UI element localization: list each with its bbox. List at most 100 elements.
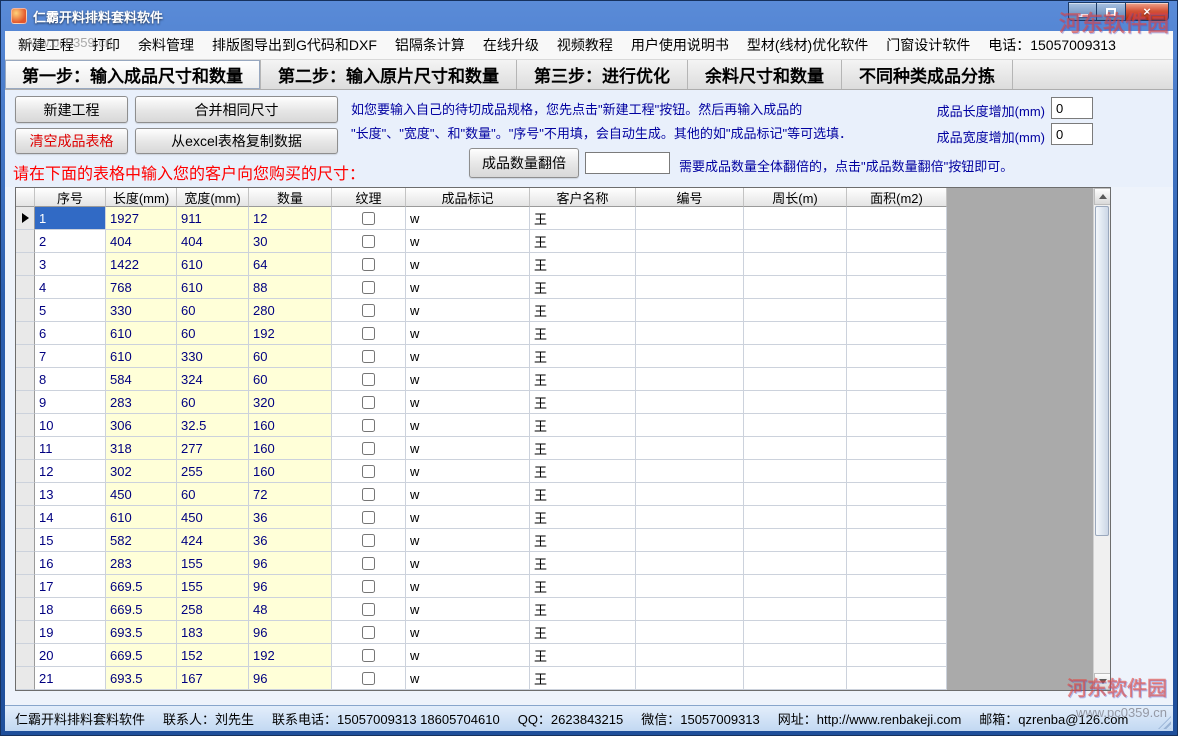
cell-length[interactable]: 582 [106, 529, 177, 552]
cell-texture[interactable] [332, 391, 406, 414]
cell-seq[interactable]: 1 [35, 207, 106, 230]
cell-qty[interactable]: 36 [249, 529, 332, 552]
cell-length[interactable]: 318 [106, 437, 177, 460]
cell-width[interactable]: 60 [177, 483, 249, 506]
length-increase-input[interactable] [1051, 97, 1093, 119]
cell-mark[interactable]: w [406, 276, 530, 299]
cell-customer[interactable]: 王 [530, 667, 636, 690]
cell-width[interactable]: 610 [177, 276, 249, 299]
cell-qty[interactable]: 30 [249, 230, 332, 253]
cell-seq[interactable]: 21 [35, 667, 106, 690]
cell-code[interactable] [636, 598, 744, 621]
cell-area[interactable] [847, 667, 947, 690]
cell-code[interactable] [636, 437, 744, 460]
cell-customer[interactable]: 王 [530, 322, 636, 345]
cell-perimeter[interactable] [744, 598, 847, 621]
cell-customer[interactable]: 王 [530, 644, 636, 667]
cell-seq[interactable]: 5 [35, 299, 106, 322]
cell-customer[interactable]: 王 [530, 460, 636, 483]
cell-mark[interactable]: w [406, 253, 530, 276]
texture-checkbox[interactable] [362, 534, 375, 547]
row-indicator[interactable] [16, 621, 35, 644]
menu-item-1[interactable]: 新建工程 [9, 31, 83, 59]
cell-perimeter[interactable] [744, 276, 847, 299]
tab-step-1[interactable]: 第一步：输入成品尺寸和数量 [5, 60, 261, 89]
cell-mark[interactable]: w [406, 460, 530, 483]
cell-customer[interactable]: 王 [530, 368, 636, 391]
cell-length[interactable]: 669.5 [106, 644, 177, 667]
close-button[interactable]: × [1126, 2, 1169, 21]
column-header-2[interactable]: 长度(mm) [106, 188, 177, 207]
merge-same-size-button[interactable]: 合并相同尺寸 [135, 96, 338, 123]
row-indicator[interactable] [16, 414, 35, 437]
cell-texture[interactable] [332, 345, 406, 368]
cell-area[interactable] [847, 483, 947, 506]
cell-width[interactable]: 258 [177, 598, 249, 621]
texture-checkbox[interactable] [362, 488, 375, 501]
cell-customer[interactable]: 王 [530, 276, 636, 299]
cell-qty[interactable]: 88 [249, 276, 332, 299]
cell-width[interactable]: 155 [177, 575, 249, 598]
texture-checkbox[interactable] [362, 235, 375, 248]
cell-code[interactable] [636, 345, 744, 368]
cell-perimeter[interactable] [744, 230, 847, 253]
cell-qty[interactable]: 280 [249, 299, 332, 322]
menu-item-5[interactable]: 铝隔条计算 [386, 31, 474, 59]
row-indicator[interactable] [16, 483, 35, 506]
cell-length[interactable]: 768 [106, 276, 177, 299]
menu-item-2[interactable]: 打印 [83, 31, 129, 59]
cell-perimeter[interactable] [744, 552, 847, 575]
texture-checkbox[interactable] [362, 350, 375, 363]
cell-area[interactable] [847, 437, 947, 460]
cell-code[interactable] [636, 667, 744, 690]
cell-customer[interactable]: 王 [530, 621, 636, 644]
cell-texture[interactable] [332, 230, 406, 253]
texture-checkbox[interactable] [362, 258, 375, 271]
cell-code[interactable] [636, 460, 744, 483]
cell-qty[interactable]: 192 [249, 322, 332, 345]
cell-customer[interactable]: 王 [530, 230, 636, 253]
row-indicator[interactable] [16, 299, 35, 322]
cell-width[interactable]: 255 [177, 460, 249, 483]
cell-length[interactable]: 330 [106, 299, 177, 322]
cell-texture[interactable] [332, 207, 406, 230]
cell-length[interactable]: 450 [106, 483, 177, 506]
cell-area[interactable] [847, 391, 947, 414]
cell-area[interactable] [847, 230, 947, 253]
cell-width[interactable]: 152 [177, 644, 249, 667]
cell-qty[interactable]: 96 [249, 552, 332, 575]
cell-seq[interactable]: 8 [35, 368, 106, 391]
cell-mark[interactable]: w [406, 299, 530, 322]
cell-area[interactable] [847, 506, 947, 529]
cell-seq[interactable]: 9 [35, 391, 106, 414]
cell-mark[interactable]: w [406, 667, 530, 690]
cell-perimeter[interactable] [744, 207, 847, 230]
width-increase-input[interactable] [1051, 123, 1093, 145]
cell-mark[interactable]: w [406, 529, 530, 552]
cell-length[interactable]: 302 [106, 460, 177, 483]
cell-code[interactable] [636, 529, 744, 552]
scrollbar-thumb[interactable] [1095, 206, 1109, 536]
cell-texture[interactable] [332, 552, 406, 575]
cell-code[interactable] [636, 276, 744, 299]
cell-mark[interactable]: w [406, 322, 530, 345]
menu-item-4[interactable]: 排版图导出到G代码和DXF [203, 31, 386, 59]
texture-checkbox[interactable] [362, 626, 375, 639]
row-indicator[interactable] [16, 644, 35, 667]
cell-perimeter[interactable] [744, 368, 847, 391]
cell-code[interactable] [636, 506, 744, 529]
cell-perimeter[interactable] [744, 575, 847, 598]
cell-code[interactable] [636, 299, 744, 322]
cell-seq[interactable]: 11 [35, 437, 106, 460]
row-indicator[interactable] [16, 345, 35, 368]
cell-texture[interactable] [332, 483, 406, 506]
row-indicator[interactable] [16, 368, 35, 391]
cell-seq[interactable]: 19 [35, 621, 106, 644]
row-indicator[interactable] [16, 460, 35, 483]
cell-qty[interactable]: 48 [249, 598, 332, 621]
cell-code[interactable] [636, 621, 744, 644]
cell-area[interactable] [847, 552, 947, 575]
cell-mark[interactable]: w [406, 207, 530, 230]
texture-checkbox[interactable] [362, 396, 375, 409]
cell-width[interactable]: 32.5 [177, 414, 249, 437]
